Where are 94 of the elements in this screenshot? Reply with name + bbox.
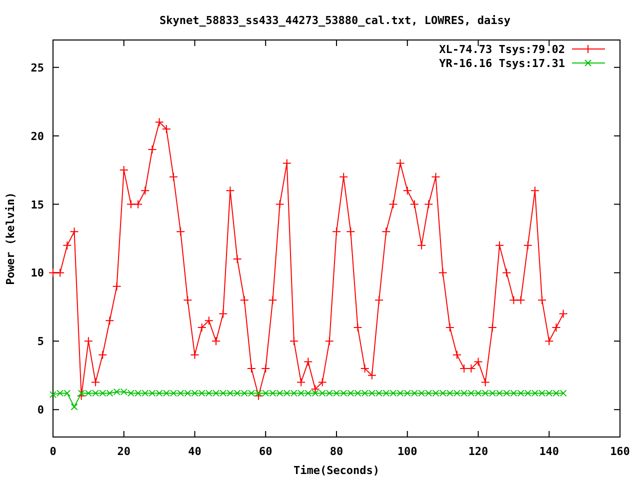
- data-point: [240, 296, 249, 305]
- y-tick-label: 20: [30, 130, 44, 143]
- data-point: [70, 403, 78, 410]
- data-point: [523, 240, 532, 250]
- data-point: [126, 200, 136, 209]
- data-point: [289, 336, 298, 346]
- data-point: [488, 322, 497, 332]
- data-point: [204, 316, 214, 326]
- data-point: [417, 240, 426, 250]
- data-point: [410, 200, 419, 209]
- x-tick-label: 40: [188, 445, 202, 458]
- data-point: [538, 296, 547, 305]
- data-point: [76, 391, 86, 400]
- data-point: [70, 227, 79, 236]
- data-point: [112, 282, 122, 291]
- data-point: [558, 309, 568, 318]
- x-tick-label: 60: [259, 445, 272, 458]
- legend-label: YR-16.16 Tsys:17.31: [439, 57, 565, 70]
- data-point: [62, 240, 72, 250]
- x-tick-label: 0: [50, 445, 56, 458]
- x-tick-label: 160: [610, 445, 630, 458]
- data-point: [388, 200, 398, 209]
- y-tick-label: 5: [37, 335, 44, 348]
- data-point: [197, 322, 206, 332]
- x-tick-label: 80: [330, 445, 344, 458]
- data-point: [396, 158, 405, 168]
- x-tick-label: 140: [539, 445, 560, 458]
- data-point: [183, 296, 192, 305]
- data-point: [332, 227, 341, 236]
- data-point: [480, 378, 490, 387]
- data-point: [424, 200, 434, 209]
- data-point: [84, 336, 93, 346]
- data-point: [48, 268, 58, 278]
- data-point: [530, 186, 540, 196]
- data-point: [474, 357, 483, 366]
- y-tick-label: 15: [30, 198, 44, 212]
- data-point: [154, 118, 164, 127]
- data-point: [56, 268, 65, 278]
- chart-title: Skynet_58833_ss433_44273_53880_cal.txt, LOWRES, daisy: [160, 14, 510, 27]
- data-point: [318, 378, 327, 387]
- data-point: [502, 268, 512, 278]
- y-tick-label: 10: [30, 266, 44, 280]
- data-point: [134, 200, 143, 209]
- data-point: [552, 322, 561, 332]
- data-point: [162, 124, 171, 134]
- data-point: [226, 186, 235, 196]
- data-point: [119, 166, 128, 175]
- data-point: [466, 364, 476, 374]
- y-axis-label: Power (kelvin): [4, 192, 17, 285]
- data-point: [98, 350, 108, 360]
- x-tick-label: 100: [397, 445, 418, 458]
- data-point: [218, 309, 228, 318]
- data-point: [268, 296, 278, 305]
- data-point: [324, 336, 334, 346]
- data-point: [296, 378, 306, 387]
- data-point: [339, 172, 348, 182]
- legend-label: XL-74.73 Tsys:79.02: [439, 43, 565, 56]
- y-tick-label: 0: [37, 404, 44, 417]
- data-point: [261, 364, 270, 374]
- data-point: [382, 227, 391, 236]
- x-axis-label: Time(Seconds): [293, 464, 380, 477]
- data-point: [452, 350, 462, 360]
- data-point: [544, 336, 554, 346]
- data-point: [232, 254, 242, 264]
- x-tick-label: 120: [468, 445, 488, 458]
- data-point: [176, 227, 186, 236]
- data-point: [190, 350, 200, 360]
- data-point: [445, 322, 454, 332]
- data-point: [148, 145, 157, 154]
- data-point: [212, 336, 221, 346]
- data-point: [105, 316, 114, 326]
- data-point: [140, 186, 150, 196]
- data-point: [460, 364, 469, 374]
- y-tick-label: 25: [30, 61, 44, 74]
- data-point: [353, 322, 362, 332]
- data-point: [360, 364, 370, 374]
- data-point: [254, 391, 264, 400]
- data-point: [438, 268, 448, 278]
- data-point: [516, 296, 526, 305]
- data-point: [282, 158, 292, 168]
- data-point: [367, 370, 376, 380]
- data-point: [402, 186, 412, 196]
- data-point: [495, 240, 504, 250]
- x-tick-label: 20: [117, 445, 130, 458]
- data-point: [169, 172, 178, 182]
- data-point: [310, 384, 320, 394]
- data-point: [346, 227, 356, 236]
- data-point: [91, 378, 100, 387]
- data-point: [246, 364, 256, 374]
- data-point: [304, 357, 313, 366]
- data-point: [509, 296, 518, 305]
- data-point: [374, 296, 384, 305]
- data-point: [431, 172, 440, 182]
- data-point: [275, 200, 284, 209]
